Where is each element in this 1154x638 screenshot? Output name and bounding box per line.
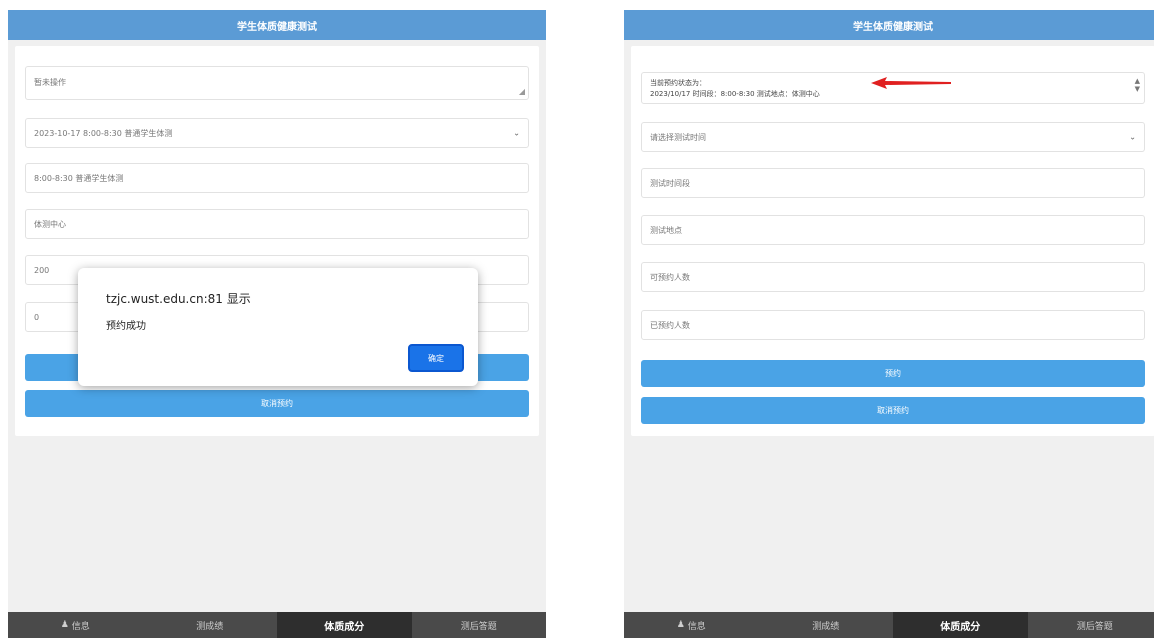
tab-scores-label: 测成绩 [196, 621, 224, 632]
location-field[interactable]: 测试地点 [641, 215, 1145, 245]
bottom-tabbar: ♟ 信息 测成绩 体质成分 测后答题 [8, 612, 546, 638]
tab-info[interactable]: ♟ 信息 [8, 612, 143, 638]
tab-scores[interactable]: 测成绩 [143, 612, 278, 638]
reserve-button-label: 预约 [885, 369, 901, 378]
red-arrow-icon [871, 77, 951, 89]
tab-body-composition-label: 体质成分 [324, 621, 365, 633]
page-title: 学生体质健康测试 [853, 21, 933, 33]
status-line-2: 2023/10/17 时间段：8:00-8:30 测试地点：体测中心 [650, 90, 820, 98]
chevron-down-icon: ⌄ [513, 128, 520, 138]
tab-info-label: 信息 [71, 621, 90, 632]
scroll-arrows-icon[interactable]: ▲ ▼ [1135, 77, 1140, 93]
time-slot-placeholder: 测试时间段 [650, 178, 690, 188]
session-select[interactable]: 2023-10-17 8:00-8:30 普通学生体测 ⌄ [25, 118, 529, 148]
status-textarea[interactable]: 暂未操作 ◢ [25, 66, 529, 100]
cancel-reservation-button[interactable]: 取消预约 [641, 397, 1145, 424]
booked-count-value: 0 [34, 312, 40, 322]
cancel-reservation-button[interactable]: 取消预约 [25, 390, 529, 417]
time-slot-value: 8:00-8:30 普通学生体测 [34, 173, 124, 183]
page-header: 学生体质健康测试 [8, 10, 546, 40]
location-placeholder: 测试地点 [650, 225, 682, 235]
tab-info[interactable]: ♟ 信息 [624, 612, 759, 638]
tab-info-label: 信息 [687, 621, 706, 632]
session-select-placeholder: 请选择测试时间 [650, 132, 706, 142]
tab-scores-label: 测成绩 [812, 621, 840, 632]
capacity-field[interactable]: 可预约人数 [641, 262, 1145, 292]
location-field[interactable]: 体测中心 [25, 209, 529, 239]
location-value: 体测中心 [34, 219, 66, 229]
chevron-down-icon: ⌄ [1129, 132, 1136, 142]
page-title: 学生体质健康测试 [237, 21, 317, 33]
reserve-button[interactable]: 预约 [641, 360, 1145, 387]
tab-post-test-quiz[interactable]: 测后答题 [412, 612, 547, 638]
cancel-reservation-label: 取消预约 [877, 406, 909, 415]
form-panel: 当前预约状态为： 2023/10/17 时间段：8:00-8:30 测试地点：体… [631, 46, 1154, 436]
alert-dialog: tzjc.wust.edu.cn:81 显示 预约成功 确定 [78, 268, 478, 386]
capacity-placeholder: 可预约人数 [650, 272, 690, 282]
tab-body-composition[interactable]: 体质成分 [893, 612, 1028, 638]
session-select[interactable]: 请选择测试时间 ⌄ [641, 122, 1145, 152]
session-select-value: 2023-10-17 8:00-8:30 普通学生体测 [34, 128, 173, 138]
capacity-value: 200 [34, 265, 50, 275]
tab-scores[interactable]: 测成绩 [759, 612, 894, 638]
dialog-message: 预约成功 [106, 321, 146, 332]
time-slot-field[interactable]: 8:00-8:30 普通学生体测 [25, 163, 529, 193]
page-header: 学生体质健康测试 [624, 10, 1154, 40]
cancel-reservation-label: 取消预约 [261, 399, 293, 408]
left-phone-screen: 学生体质健康测试 暂未操作 ◢ 2023-10-17 8:00-8:30 普通学… [8, 10, 546, 638]
dialog-ok-button[interactable]: 确定 [408, 344, 464, 372]
tab-body-composition-label: 体质成分 [940, 621, 981, 633]
person-icon: ♟ [60, 620, 69, 630]
resize-grip-icon[interactable]: ◢ [519, 87, 525, 96]
tab-post-test-quiz-label: 测后答题 [1076, 621, 1113, 632]
person-icon: ♟ [676, 620, 685, 630]
right-phone-screen: 学生体质健康测试 当前预约状态为： 2023/10/17 时间段：8:00-8:… [624, 10, 1154, 638]
tab-post-test-quiz[interactable]: 测后答题 [1028, 612, 1154, 638]
booked-count-placeholder: 已预约人数 [650, 320, 690, 330]
time-slot-field[interactable]: 测试时间段 [641, 168, 1145, 198]
tab-body-composition[interactable]: 体质成分 [277, 612, 412, 638]
booked-count-field[interactable]: 已预约人数 [641, 310, 1145, 340]
status-textarea-text: 暂未操作 [34, 78, 66, 87]
tab-post-test-quiz-label: 测后答题 [460, 621, 497, 632]
dialog-title: tzjc.wust.edu.cn:81 显示 [106, 292, 251, 306]
bottom-tabbar: ♟ 信息 测成绩 体质成分 测后答题 [624, 612, 1154, 638]
